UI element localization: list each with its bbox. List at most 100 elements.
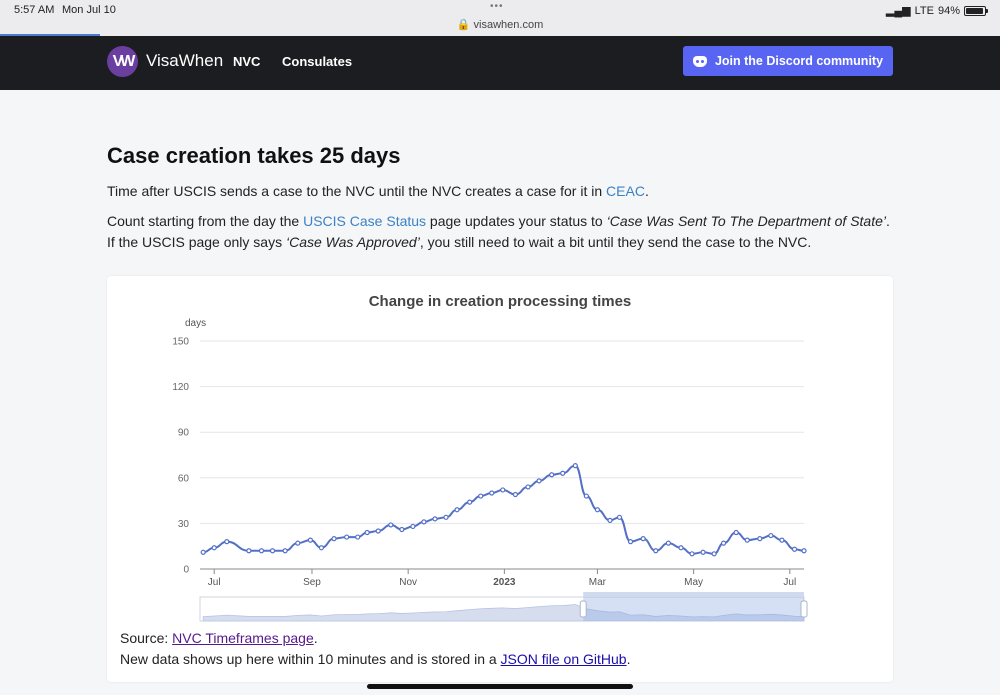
data-point xyxy=(331,536,337,542)
data-note-text: New data shows up here within 10 minutes… xyxy=(120,651,501,667)
chart-card: Change in creation processing times days 0… xyxy=(107,276,893,682)
y-axis-label: days xyxy=(185,318,206,329)
data-point xyxy=(536,478,542,484)
y-tick-label: 60 xyxy=(178,473,190,484)
status-quote-sent: ‘Case Was Sent To The Department of Stat… xyxy=(606,213,886,229)
source-label: Source: xyxy=(120,630,173,646)
count-paragraph: Count starting from the day the USCIS Ca… xyxy=(107,211,897,253)
x-tick-label: Nov xyxy=(399,577,417,588)
data-point xyxy=(467,499,473,505)
ceac-link[interactable]: CEAC xyxy=(606,183,645,199)
battery-fill xyxy=(966,7,983,14)
lock-icon: 🔒 xyxy=(456,19,471,31)
page-title: Case creation takes 25 days xyxy=(107,143,401,168)
data-point xyxy=(512,491,519,498)
status-time: 5:57 AM xyxy=(14,4,55,16)
x-tick-label: May xyxy=(684,577,703,588)
data-point xyxy=(583,493,589,499)
data-point xyxy=(733,529,739,536)
status-bar: 5:57 AM Mon Jul 10 ••• 🔒 visawhen.com ▂▄… xyxy=(0,0,1000,36)
y-tick-label: 30 xyxy=(178,519,190,530)
data-point xyxy=(355,534,361,540)
status-quote-approved: ‘Case Was Approved’ xyxy=(285,234,420,250)
data-point xyxy=(388,522,394,528)
home-indicator xyxy=(367,684,633,689)
data-point xyxy=(410,523,416,530)
data-point xyxy=(791,546,798,552)
data-point xyxy=(500,487,506,493)
uscis-case-status-link[interactable]: USCIS Case Status xyxy=(303,213,426,229)
count-text-4: , you still need to wait a bit until the… xyxy=(419,234,812,250)
chart-title: Change in creation processing times xyxy=(369,293,632,310)
more-icon[interactable]: ••• xyxy=(490,1,504,12)
data-point xyxy=(779,537,785,543)
signal-icon: ▂▄▆ xyxy=(885,5,911,17)
intro-period: . xyxy=(644,183,649,199)
data-point xyxy=(258,548,265,554)
network-label: LTE xyxy=(914,4,934,17)
zoom-slider[interactable] xyxy=(199,592,808,622)
data-point xyxy=(375,528,381,534)
count-text-2: page updates your status to xyxy=(426,213,607,229)
discord-button-label: Join the Discord community xyxy=(714,54,884,68)
data-point xyxy=(269,548,276,554)
zoom-selection xyxy=(583,597,804,621)
x-tick-label: 2023 xyxy=(493,577,516,588)
data-point xyxy=(399,526,405,533)
status-date: Mon Jul 10 xyxy=(62,4,116,16)
data-note-period: . xyxy=(626,651,631,667)
y-tick-label: 0 xyxy=(183,565,189,576)
data-point xyxy=(607,517,613,523)
battery-percent: 94% xyxy=(937,4,960,17)
data-point xyxy=(678,545,684,551)
data-point xyxy=(549,472,555,478)
discord-button[interactable]: Join the Discord community xyxy=(683,46,893,76)
data-point xyxy=(594,507,601,513)
address-bar[interactable]: 🔒 visawhen.com xyxy=(0,18,1000,31)
zoom-move-bar xyxy=(583,592,804,597)
data-point xyxy=(711,551,717,557)
intro-paragraph: Time after USCIS sends a case to the NVC… xyxy=(107,181,897,202)
data-point xyxy=(295,540,301,546)
data-point xyxy=(572,463,578,469)
data-point xyxy=(200,549,206,555)
json-github-link[interactable]: JSON file on GitHub xyxy=(501,651,627,667)
data-note-line: New data shows up here within 10 minutes… xyxy=(120,651,631,667)
data-point xyxy=(801,548,807,554)
intro-text: Time after USCIS sends a case to the NVC… xyxy=(107,183,607,199)
processing-time-chart[interactable]: Change in creation processing times days 0… xyxy=(107,276,893,628)
data-point xyxy=(211,545,217,551)
data-point xyxy=(443,514,449,520)
x-tick-label: Mar xyxy=(589,577,607,588)
data-point xyxy=(627,539,634,545)
data-point xyxy=(616,514,623,520)
data-point xyxy=(700,549,706,555)
status-indicators: ▂▄▆ LTE 94% xyxy=(885,4,988,17)
brand-name[interactable]: VisaWhen xyxy=(146,51,223,71)
data-point xyxy=(689,551,695,557)
data-point xyxy=(640,536,646,542)
data-point xyxy=(282,548,288,554)
zoom-handle-left[interactable] xyxy=(579,600,587,618)
zoom-handle-right[interactable] xyxy=(800,600,808,618)
data-point xyxy=(421,519,427,525)
nav-link-consulates[interactable]: Consulates xyxy=(282,54,352,69)
data-point xyxy=(665,540,671,546)
data-point xyxy=(720,540,727,546)
data-point xyxy=(560,470,566,476)
visawhen-logo[interactable]: VW xyxy=(107,46,138,77)
top-nav: VW VisaWhen NVC Consulates Join the Disc… xyxy=(0,36,1000,90)
data-point xyxy=(318,545,325,551)
data-point xyxy=(454,507,460,513)
count-text-1: Count starting from the day the xyxy=(107,213,304,229)
nvc-timeframes-link[interactable]: NVC Timeframes page xyxy=(172,630,314,646)
data-point xyxy=(478,493,484,499)
data-point xyxy=(744,537,750,543)
series-line xyxy=(203,464,805,555)
discord-icon xyxy=(692,55,707,67)
data-point xyxy=(757,536,763,542)
x-tick-label: Sep xyxy=(303,577,321,588)
nav-link-nvc[interactable]: NVC xyxy=(233,54,260,69)
y-tick-label: 120 xyxy=(172,382,189,393)
url-text: visawhen.com xyxy=(473,19,544,31)
